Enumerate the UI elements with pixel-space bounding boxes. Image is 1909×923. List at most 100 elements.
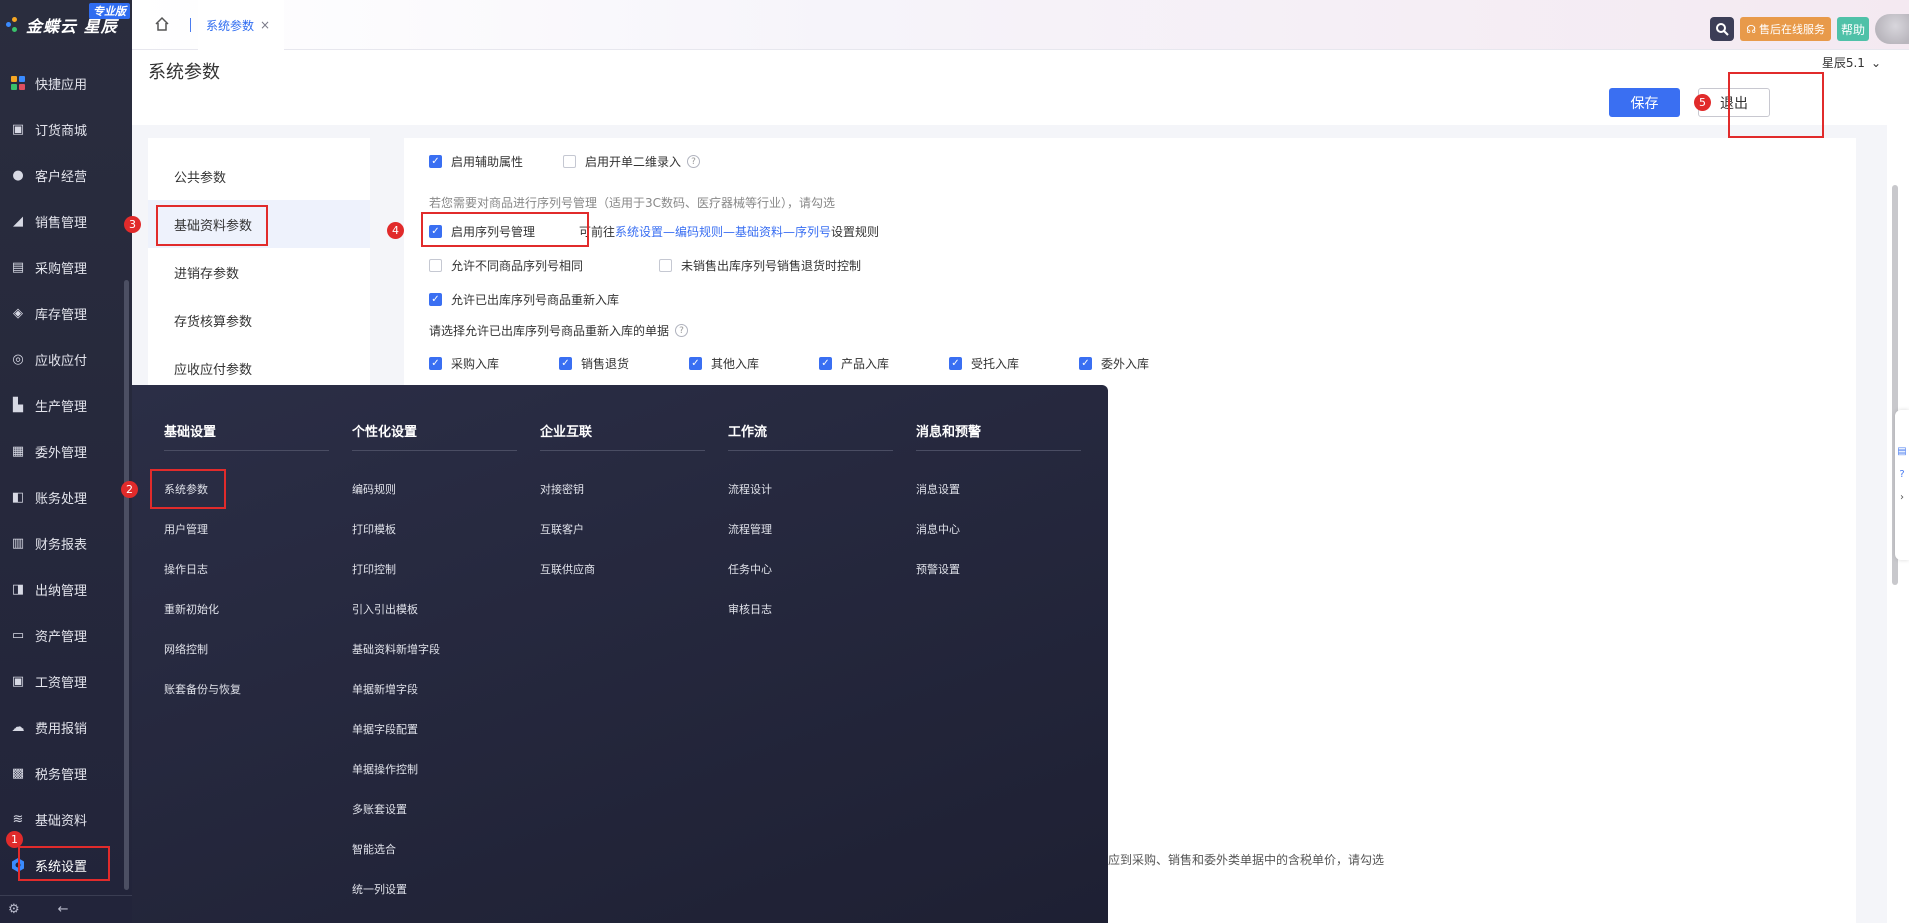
- app-logo[interactable]: 金蝶云 星辰 专业版: [0, 0, 132, 50]
- checkbox-checked[interactable]: ✓: [429, 155, 442, 168]
- help-button[interactable]: 帮助: [1836, 17, 1869, 41]
- sidebar-item-sales[interactable]: ◢ 销售管理: [0, 198, 132, 244]
- category-costing[interactable]: 存货核算参数: [148, 296, 370, 344]
- checkbox-checked[interactable]: ✓: [689, 357, 702, 370]
- menu-item-api-key[interactable]: 对接密钥: [540, 469, 705, 509]
- sidebar-item-expense[interactable]: ☁ 费用报销: [0, 704, 132, 750]
- sidebar-item-salary[interactable]: ▣ 工资管理: [0, 658, 132, 704]
- sidebar-item-shop[interactable]: ▣ 订货商城: [0, 106, 132, 152]
- tab-system-params[interactable]: 系统参数 ×: [198, 0, 284, 50]
- service-button[interactable]: ☊ 售后在线服务: [1740, 17, 1831, 41]
- menu-item-coding-rules[interactable]: 编码规则: [352, 469, 517, 509]
- help-icon[interactable]: ?: [687, 155, 701, 168]
- menu-item-base-fields[interactable]: 基础资料新增字段: [352, 629, 517, 669]
- option-unsold-return-control[interactable]: 未销售出库序列号销售退货时控制: [659, 257, 861, 274]
- annotation-box-3: [156, 205, 268, 246]
- doc-sales-return[interactable]: ✓ 销售退货: [559, 355, 629, 372]
- save-button[interactable]: 保存: [1609, 88, 1680, 117]
- sidebar-item-label: 工资管理: [35, 675, 88, 691]
- menu-item-task-center[interactable]: 任务中心: [728, 549, 893, 589]
- menu-item-network[interactable]: 网络控制: [164, 629, 329, 669]
- option-allow-same-serial[interactable]: 允许不同商品序列号相同: [429, 257, 583, 274]
- menu-column-title: 企业互联: [540, 421, 705, 451]
- category-public[interactable]: 公共参数: [148, 152, 370, 200]
- menu-item-connected-suppliers[interactable]: 互联供应商: [540, 549, 705, 589]
- avatar[interactable]: [1875, 14, 1909, 44]
- menu-item-import-export[interactable]: 引入引出模板: [352, 589, 517, 629]
- checkbox-unchecked[interactable]: [429, 259, 442, 272]
- menu-item-doc-fields[interactable]: 单据新增字段: [352, 669, 517, 709]
- sidebar-item-label: 销售管理: [35, 215, 88, 231]
- menu-item-doc-op-control[interactable]: 单据操作控制: [352, 749, 517, 789]
- menu-item-msg-center[interactable]: 消息中心: [916, 509, 1081, 549]
- doc-other-in[interactable]: ✓ 其他入库: [689, 355, 759, 372]
- checkbox-checked[interactable]: ✓: [429, 293, 442, 306]
- sidebar-item-receivable[interactable]: ◎ 应收应付: [0, 336, 132, 382]
- doc-consigned-in[interactable]: ✓ 受托入库: [949, 355, 1019, 372]
- menu-item-print-control[interactable]: 打印控制: [352, 549, 517, 589]
- collapse-arrow-icon[interactable]: ←: [58, 902, 69, 917]
- sidebar-item-tax[interactable]: ▩ 税务管理: [0, 750, 132, 796]
- menu-item-user-mgmt[interactable]: 用户管理: [164, 509, 329, 549]
- category-inventory[interactable]: 进销存参数: [148, 248, 370, 296]
- doc-product-in[interactable]: ✓ 产品入库: [819, 355, 889, 372]
- ledger-icon: ◧: [11, 489, 25, 505]
- checkbox-checked[interactable]: ✓: [1079, 357, 1092, 370]
- sidebar-item-quick-apps[interactable]: 快捷应用: [0, 60, 132, 106]
- sidebar-item-ledger[interactable]: ◧ 账务处理: [0, 474, 132, 520]
- menu-item-audit-log[interactable]: 审核日志: [728, 589, 893, 629]
- serial-note: 若您需要对商品进行序列号管理（适用于3C数码、医疗器械等行业），请勾选: [429, 196, 836, 210]
- option-label: 产品入库: [841, 357, 890, 371]
- menu-item-msg-settings[interactable]: 消息设置: [916, 469, 1081, 509]
- menu-item-print-template[interactable]: 打印模板: [352, 509, 517, 549]
- checkbox-checked[interactable]: ✓: [949, 357, 962, 370]
- option-allow-reentry[interactable]: ✓ 允许已出库序列号商品重新入库: [429, 291, 619, 308]
- sidebar-item-production[interactable]: ▙ 生产管理: [0, 382, 132, 428]
- sidebar-item-customer[interactable]: ● 客户经营: [0, 152, 132, 198]
- chat-icon[interactable]: ▤: [1897, 446, 1906, 457]
- sidebar-item-inventory[interactable]: ◈ 库存管理: [0, 290, 132, 336]
- checkbox-checked[interactable]: ✓: [559, 357, 572, 370]
- checkbox-unchecked[interactable]: [659, 259, 672, 272]
- close-icon[interactable]: ×: [260, 18, 270, 32]
- menu-item-reinit[interactable]: 重新初始化: [164, 589, 329, 629]
- search-icon[interactable]: [1710, 17, 1735, 41]
- sidebar-item-purchase[interactable]: ▤ 采购管理: [0, 244, 132, 290]
- option-aux-attr[interactable]: ✓ 启用辅助属性: [429, 153, 523, 170]
- sidebar-item-label: 委外管理: [35, 445, 88, 461]
- menu-item-column-settings[interactable]: 统一列设置: [352, 869, 517, 909]
- menu-item-doc-field-config[interactable]: 单据字段配置: [352, 709, 517, 749]
- sidebar-item-outsource[interactable]: ▦ 委外管理: [0, 428, 132, 474]
- sidebar-item-label: 订货商城: [35, 123, 88, 139]
- option-qr-entry[interactable]: 启用开单二维录入 ?: [563, 153, 701, 170]
- sidebar-item-label: 快捷应用: [35, 77, 88, 93]
- chevron-right-icon[interactable]: ›: [1900, 492, 1904, 503]
- checkbox-checked[interactable]: ✓: [819, 357, 832, 370]
- sidebar-item-assets[interactable]: ▭ 资产管理: [0, 612, 132, 658]
- sidebar-nav: 快捷应用 ▣ 订货商城 ● 客户经营 ◢ 销售管理 ▤ 采购管理 ◈ 库存管理 …: [0, 60, 132, 888]
- sidebar-item-reports[interactable]: ▥ 财务报表: [0, 520, 132, 566]
- sidebar-item-label: 费用报销: [35, 721, 88, 737]
- question-icon[interactable]: ?: [1899, 469, 1904, 480]
- menu-item-flow-design[interactable]: 流程设计: [728, 469, 893, 509]
- menu-item-backup[interactable]: 账套备份与恢复: [164, 669, 329, 709]
- serial-rule-link[interactable]: 系统设置—编码规则—基础资料—序列号: [615, 223, 831, 240]
- menu-column-workflow: 工作流 流程设计 流程管理 任务中心 审核日志: [728, 421, 893, 629]
- menu-item-op-log[interactable]: 操作日志: [164, 549, 329, 589]
- doc-purchase-in[interactable]: ✓ 采购入库: [429, 355, 499, 372]
- checkbox-unchecked[interactable]: [563, 155, 576, 168]
- menu-item-multi-account[interactable]: 多账套设置: [352, 789, 517, 829]
- sidebar-item-cashier[interactable]: ◨ 出纳管理: [0, 566, 132, 612]
- doc-outsource-in[interactable]: ✓ 委外入库: [1079, 355, 1149, 372]
- menu-item-flow-mgmt[interactable]: 流程管理: [728, 509, 893, 549]
- home-icon[interactable]: [154, 16, 170, 32]
- sidebar-scrollbar[interactable]: [124, 280, 129, 890]
- checkbox-checked[interactable]: ✓: [429, 357, 442, 370]
- tax-icon: ▩: [11, 765, 25, 781]
- menu-item-smart-select[interactable]: 智能选合: [352, 829, 517, 869]
- menu-item-alert-settings[interactable]: 预警设置: [916, 549, 1081, 589]
- menu-item-connected-customers[interactable]: 互联客户: [540, 509, 705, 549]
- help-icon[interactable]: ?: [675, 324, 689, 337]
- gear-icon[interactable]: ⚙: [8, 902, 20, 917]
- version-select[interactable]: 星辰5.1 ⌄: [1815, 53, 1887, 72]
